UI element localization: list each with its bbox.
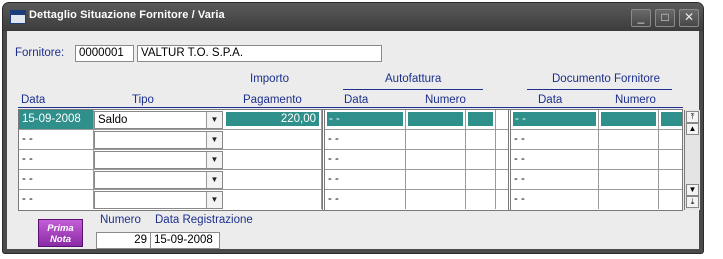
cell-autofattura-data-value: - -	[327, 112, 403, 126]
pagamento-column-header: Pagamento	[243, 94, 302, 106]
cell-doc-extra-fill	[661, 112, 682, 126]
app-icon	[10, 10, 26, 24]
cell-autofattura-numero[interactable]	[406, 130, 466, 149]
cell-autofattura-data[interactable]: - -	[325, 190, 406, 209]
cell-data[interactable]: - -	[19, 190, 94, 209]
importo-header: Importo	[250, 73, 289, 85]
autofattura-header: Autofattura	[385, 73, 442, 85]
prima-nota-label-1: Prima	[47, 223, 74, 234]
minimize-button[interactable]: _	[631, 9, 651, 27]
autofattura-numero-header: Numero	[425, 94, 466, 106]
tipo-select[interactable]: ▼	[94, 151, 223, 169]
cell-autofattura-extra[interactable]	[466, 190, 496, 209]
data-registrazione-label: Data Registrazione	[155, 214, 253, 226]
cell-doc-data[interactable]: - -	[511, 110, 599, 129]
fornitore-code-field[interactable]: 0000001	[75, 45, 134, 62]
tipo-select[interactable]: ▼	[94, 171, 223, 189]
client-area: Fornitore: 0000001 VALTUR T.O. S.P.A. Im…	[7, 31, 700, 249]
chevron-down-icon[interactable]: ▼	[206, 172, 222, 188]
chevron-down-icon[interactable]: ▼	[206, 152, 222, 168]
window-title: Dettaglio Situazione Fornitore / Varia	[29, 9, 225, 21]
prima-nota-button[interactable]: Prima Nota	[38, 219, 83, 247]
cell-doc-numero[interactable]	[599, 150, 659, 169]
tipo-column-header: Tipo	[132, 94, 154, 106]
chevron-down-icon[interactable]: ▼	[206, 132, 222, 148]
cell-data[interactable]: - -	[19, 150, 94, 169]
scroll-up-icon[interactable]: ▲	[686, 123, 699, 135]
cell-autofattura-extra-fill	[468, 112, 493, 126]
close-button[interactable]: ✕	[679, 9, 699, 27]
scroll-bottom-icon[interactable]: ⤓	[686, 196, 699, 208]
cell-autofattura-extra[interactable]	[466, 130, 496, 149]
table-row[interactable]: 15-09-2008 220,00 - - - - Saldo ▼	[19, 110, 682, 130]
data-registrazione-field[interactable]: 15-09-2008	[150, 232, 220, 249]
cell-doc-data-value: - -	[513, 112, 596, 126]
cell-doc-extra[interactable]	[659, 110, 684, 129]
cell-doc-numero[interactable]	[599, 170, 659, 189]
cell-autofattura-extra[interactable]	[466, 170, 496, 189]
cell-doc-data[interactable]: - -	[511, 130, 599, 149]
cell-importo[interactable]: 220,00	[224, 110, 322, 129]
column-separator	[322, 110, 325, 210]
scroll-top-icon[interactable]: ⤒	[686, 111, 699, 123]
cell-importo[interactable]	[224, 130, 322, 149]
cell-autofattura-numero[interactable]	[406, 110, 466, 129]
tipo-select-value: Saldo	[98, 114, 128, 126]
column-separator	[508, 110, 511, 210]
cell-doc-data[interactable]: - -	[511, 190, 599, 209]
scroll-down-icon[interactable]: ▼	[686, 184, 699, 196]
cell-autofattura-numero-fill	[408, 112, 463, 126]
tipo-select[interactable]: ▼	[94, 131, 223, 149]
cell-autofattura-numero[interactable]	[406, 170, 466, 189]
supplier-detail-window: Dettaglio Situazione Fornitore / Varia _…	[3, 3, 703, 253]
maximize-button[interactable]: □	[655, 9, 675, 27]
fornitore-name-field[interactable]: VALTUR T.O. S.P.A.	[137, 45, 382, 62]
autofattura-data-header: Data	[344, 94, 369, 106]
fornitore-label: Fornitore:	[15, 47, 65, 59]
numero-field[interactable]: 29	[96, 232, 151, 249]
header-underline	[18, 107, 683, 108]
cell-doc-data[interactable]: - -	[511, 150, 599, 169]
vertical-scrollbar[interactable]: ⤒ ▲ ▼ ⤓	[684, 110, 700, 210]
cell-data[interactable]: - -	[19, 170, 94, 189]
cell-autofattura-numero[interactable]	[406, 190, 466, 209]
documento-fornitore-divider	[527, 89, 672, 90]
table-row[interactable]: - - - - - - ▼	[19, 150, 682, 170]
cell-autofattura-data[interactable]: - -	[325, 170, 406, 189]
chevron-down-icon[interactable]: ▼	[206, 112, 222, 128]
cell-importo[interactable]	[224, 150, 322, 169]
doc-numero-header: Numero	[615, 94, 656, 106]
cell-autofattura-extra[interactable]	[466, 150, 496, 169]
cell-autofattura-numero[interactable]	[406, 150, 466, 169]
cell-importo-value: 220,00	[226, 112, 319, 126]
title-bar[interactable]: Dettaglio Situazione Fornitore / Varia _…	[3, 3, 703, 31]
cell-autofattura-data[interactable]: - -	[325, 110, 406, 129]
documento-fornitore-header: Documento Fornitore	[552, 73, 661, 85]
numero-label: Numero	[100, 214, 141, 226]
table-row[interactable]: - - - - - - ▼	[19, 130, 682, 150]
tipo-select[interactable]: ▼	[94, 191, 223, 209]
cell-data[interactable]: 15-09-2008	[19, 110, 94, 129]
cell-autofattura-data[interactable]: - -	[325, 130, 406, 149]
cell-autofattura-extra[interactable]	[466, 110, 496, 129]
data-column-header: Data	[21, 94, 46, 106]
cell-doc-numero[interactable]	[599, 110, 659, 129]
cell-doc-data[interactable]: - -	[511, 170, 599, 189]
payments-grid[interactable]: 15-09-2008 220,00 - - - - Saldo ▼ - - - -…	[18, 109, 700, 211]
cell-importo[interactable]	[224, 190, 322, 209]
table-row[interactable]: - - - - - - ▼	[19, 190, 682, 210]
doc-data-header: Data	[538, 94, 563, 106]
chevron-down-icon[interactable]: ▼	[206, 192, 222, 208]
cell-doc-numero[interactable]	[599, 190, 659, 209]
cell-data[interactable]: - -	[19, 130, 94, 149]
tipo-select[interactable]: Saldo ▼	[94, 111, 223, 129]
table-row[interactable]: - - - - - - ▼	[19, 170, 682, 190]
cell-doc-numero[interactable]	[599, 130, 659, 149]
cell-importo[interactable]	[224, 170, 322, 189]
cell-doc-numero-fill	[601, 112, 656, 126]
prima-nota-label-2: Nota	[49, 234, 72, 245]
autofattura-divider	[343, 89, 483, 90]
cell-autofattura-data[interactable]: - -	[325, 150, 406, 169]
